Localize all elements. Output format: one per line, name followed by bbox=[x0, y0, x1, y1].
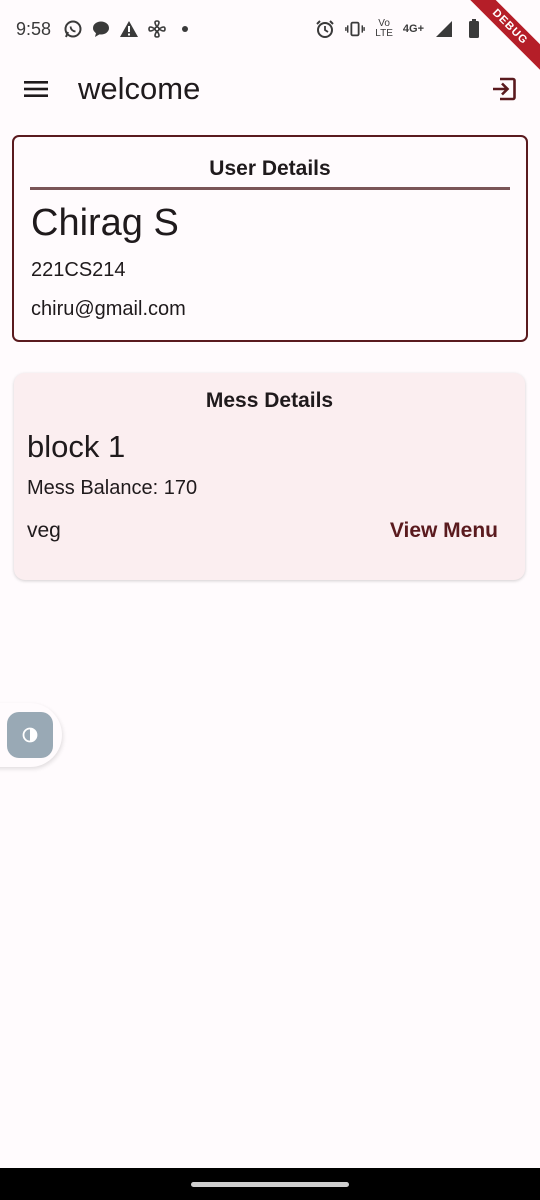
pinwheel-icon bbox=[147, 19, 167, 39]
dot-icon bbox=[175, 19, 195, 39]
theme-toggle-container bbox=[0, 703, 62, 767]
user-roll-number: 221CS214 bbox=[31, 259, 126, 281]
status-right: Vo LTE 4G+ bbox=[315, 19, 484, 39]
user-details-card: User Details Chirag S 221CS214 chiru@gma… bbox=[12, 135, 528, 342]
view-menu-button[interactable]: View Menu bbox=[390, 519, 498, 543]
navigation-bar bbox=[0, 1168, 540, 1200]
mess-block-name: block 1 bbox=[27, 429, 126, 464]
logout-button[interactable] bbox=[484, 69, 524, 109]
warning-icon bbox=[119, 19, 139, 39]
chat-icon bbox=[91, 19, 111, 39]
signal-icon bbox=[434, 19, 454, 39]
battery-icon bbox=[464, 19, 484, 39]
mess-details-card: Mess Details block 1 Mess Balance: 170 v… bbox=[14, 373, 525, 580]
app-bar: welcome bbox=[0, 58, 540, 120]
mess-card-footer: veg View Menu bbox=[27, 519, 498, 543]
home-indicator[interactable] bbox=[191, 1182, 349, 1187]
vibrate-icon bbox=[345, 19, 366, 39]
divider bbox=[30, 187, 510, 190]
food-type: veg bbox=[27, 519, 61, 542]
hamburger-menu-icon bbox=[24, 81, 48, 97]
status-time: 9:58 bbox=[16, 18, 52, 39]
whatsapp-icon bbox=[63, 19, 83, 39]
alarm-icon bbox=[315, 19, 335, 39]
mess-details-heading: Mess Details bbox=[205, 389, 334, 412]
network-type: 4G+ bbox=[402, 23, 424, 35]
user-details-heading: User Details bbox=[209, 157, 331, 180]
app-screen: 9:58 Vo LTE 4G+ DEBUG welcome User Detai… bbox=[0, 0, 540, 1200]
status-left: 9:58 bbox=[16, 19, 195, 40]
page-title: welcome bbox=[78, 71, 201, 106]
status-bar: 9:58 Vo LTE 4G+ bbox=[0, 0, 540, 58]
user-email: chiru@gmail.com bbox=[31, 298, 186, 320]
menu-button[interactable] bbox=[16, 69, 56, 109]
logout-icon bbox=[493, 77, 516, 101]
theme-toggle-button[interactable] bbox=[7, 712, 53, 758]
user-name: Chirag S bbox=[31, 202, 179, 244]
volte-icon: Vo LTE bbox=[375, 18, 393, 39]
contrast-icon bbox=[22, 727, 38, 743]
mess-balance: Mess Balance: 170 bbox=[27, 477, 198, 499]
